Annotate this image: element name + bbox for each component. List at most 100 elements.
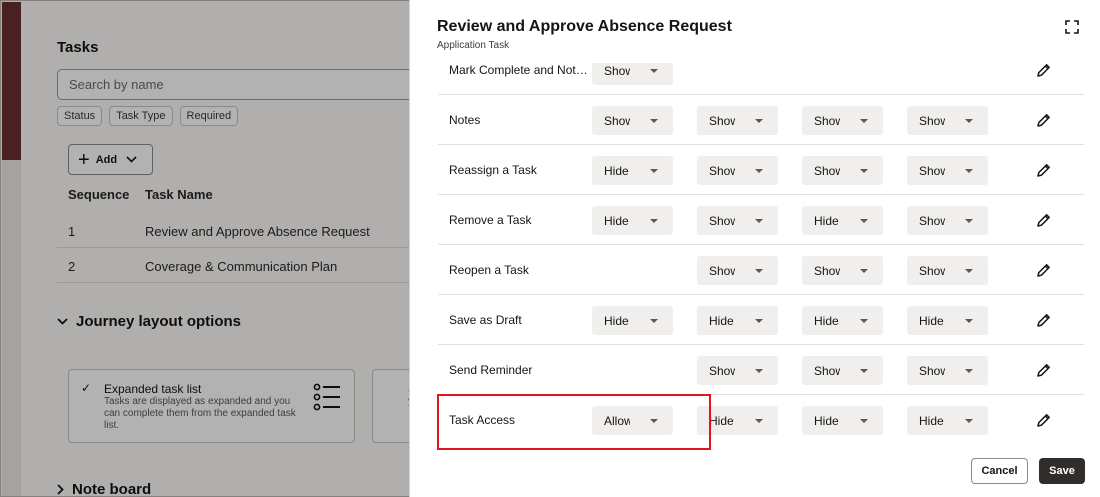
select-value: Hide xyxy=(814,414,839,428)
edit-pencil-icon[interactable] xyxy=(1036,412,1052,428)
caret-down-icon xyxy=(755,419,763,423)
permissions-list: Mark Complete and Not… Show Notes Show Show S… xyxy=(438,63,1084,444)
visibility-select[interactable]: Show xyxy=(697,206,778,235)
select-value: Show xyxy=(709,264,735,278)
caret-down-icon xyxy=(860,169,868,173)
visibility-select[interactable]: Show xyxy=(907,156,988,185)
select-value: Show xyxy=(604,114,630,128)
permission-name: Send Reminder xyxy=(449,363,533,377)
visibility-select[interactable]: Show xyxy=(697,256,778,285)
select-value: Hide xyxy=(709,314,734,328)
caret-down-icon xyxy=(650,169,658,173)
visibility-select[interactable]: Hide xyxy=(907,306,988,335)
drawer-footer: Cancel Save xyxy=(410,444,1100,497)
select-value: Show xyxy=(919,364,945,378)
visibility-select[interactable]: Show xyxy=(907,256,988,285)
edit-pencil-icon[interactable] xyxy=(1036,112,1052,128)
caret-down-icon xyxy=(650,319,658,323)
visibility-select[interactable]: Hide xyxy=(802,306,883,335)
visibility-select[interactable]: Show xyxy=(592,106,673,135)
visibility-select[interactable]: Show xyxy=(697,106,778,135)
edit-pencil-icon[interactable] xyxy=(1036,312,1052,328)
caret-down-icon xyxy=(860,119,868,123)
caret-down-icon xyxy=(755,119,763,123)
visibility-select[interactable]: Hide xyxy=(592,306,673,335)
caret-down-icon xyxy=(965,419,973,423)
save-button[interactable]: Save xyxy=(1039,458,1085,484)
select-value: Show xyxy=(919,214,945,228)
select-value: Show xyxy=(814,364,840,378)
permission-name: Mark Complete and Not… xyxy=(449,63,588,77)
edit-pencil-icon[interactable] xyxy=(1036,212,1052,228)
visibility-select[interactable]: Hide xyxy=(697,306,778,335)
visibility-select[interactable]: Show xyxy=(802,256,883,285)
drawer-subtitle: Application Task xyxy=(437,40,510,51)
drawer-title: Review and Approve Absence Request xyxy=(437,18,732,35)
select-value: Show xyxy=(919,164,945,178)
visibility-select[interactable]: Hide xyxy=(592,206,673,235)
select-value: Hide xyxy=(919,314,944,328)
permission-name: Save as Draft xyxy=(449,313,522,327)
visibility-select[interactable]: Hide xyxy=(802,406,883,435)
caret-down-icon xyxy=(965,119,973,123)
visibility-select[interactable]: Show xyxy=(907,356,988,385)
expand-icon[interactable] xyxy=(1065,20,1079,34)
select-value: Show xyxy=(709,114,735,128)
visibility-select[interactable]: Show xyxy=(907,206,988,235)
permission-row: Remove a Task Hide Show Hide Show xyxy=(438,195,1084,245)
permission-row: Send Reminder Show Show Show xyxy=(438,345,1084,395)
permission-name: Notes xyxy=(449,113,481,127)
select-value: Show xyxy=(919,264,945,278)
edit-pencil-icon[interactable] xyxy=(1036,262,1052,278)
permission-row: Reassign a Task Hide Show Show Show xyxy=(438,145,1084,195)
caret-down-icon xyxy=(965,219,973,223)
permission-row: Save as Draft Hide Hide Hide Hide xyxy=(438,295,1084,345)
visibility-select[interactable]: Hide xyxy=(907,406,988,435)
caret-down-icon xyxy=(965,369,973,373)
select-value: Show xyxy=(604,64,630,78)
edit-pencil-icon[interactable] xyxy=(1036,362,1052,378)
select-value: Show xyxy=(709,364,735,378)
visibility-select[interactable]: Show xyxy=(802,156,883,185)
select-value: Show xyxy=(709,214,735,228)
caret-down-icon xyxy=(755,369,763,373)
select-value: Show xyxy=(814,114,840,128)
caret-down-icon xyxy=(860,419,868,423)
caret-down-icon xyxy=(965,269,973,273)
caret-down-icon xyxy=(860,369,868,373)
visibility-select[interactable]: Show xyxy=(592,63,673,85)
edit-pencil-icon[interactable] xyxy=(1036,63,1052,78)
caret-down-icon xyxy=(755,219,763,223)
visibility-select[interactable]: Show xyxy=(697,156,778,185)
caret-down-icon xyxy=(860,319,868,323)
select-value: Hide xyxy=(709,414,734,428)
select-value: Hide xyxy=(604,164,629,178)
caret-down-icon xyxy=(650,119,658,123)
select-value: Show xyxy=(919,114,945,128)
permission-row: Reopen a Task Show Show Show xyxy=(438,245,1084,295)
caret-down-icon xyxy=(755,169,763,173)
caret-down-icon xyxy=(650,69,658,73)
permission-row: Mark Complete and Not… Show xyxy=(438,63,1084,95)
cancel-button[interactable]: Cancel xyxy=(971,458,1028,484)
visibility-select[interactable]: Show xyxy=(802,356,883,385)
caret-down-icon xyxy=(755,269,763,273)
select-value: Hide xyxy=(604,314,629,328)
select-value: Hide xyxy=(604,214,629,228)
edit-pencil-icon[interactable] xyxy=(1036,162,1052,178)
select-value: Show xyxy=(709,164,735,178)
permission-name: Reassign a Task xyxy=(449,163,537,177)
caret-down-icon xyxy=(755,319,763,323)
select-value: Hide xyxy=(814,214,839,228)
visibility-select[interactable]: Hide xyxy=(592,156,673,185)
visibility-select[interactable]: Show xyxy=(802,106,883,135)
select-value: Show xyxy=(814,164,840,178)
permission-name: Remove a Task xyxy=(449,213,532,227)
visibility-select[interactable]: Hide xyxy=(802,206,883,235)
select-value: Hide xyxy=(919,414,944,428)
permission-row: Notes Show Show Show Show xyxy=(438,95,1084,145)
visibility-select[interactable]: Show xyxy=(907,106,988,135)
visibility-select[interactable]: Show xyxy=(697,356,778,385)
caret-down-icon xyxy=(860,269,868,273)
select-value: Hide xyxy=(814,314,839,328)
